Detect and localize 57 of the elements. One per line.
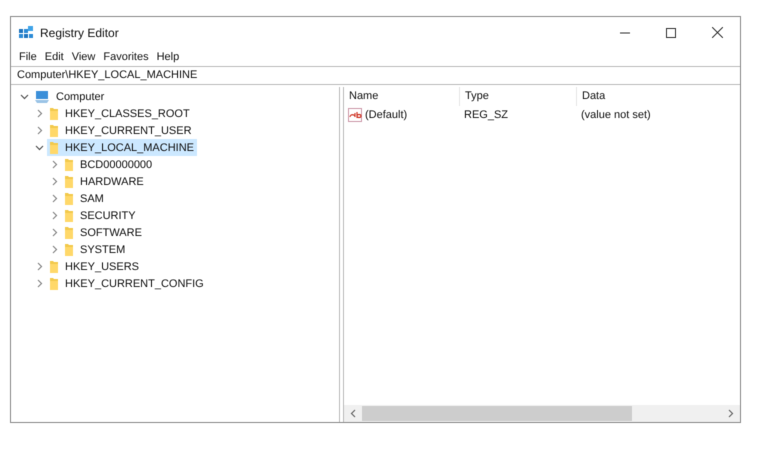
tree-item[interactable]: SECURITY [62,207,139,224]
chevron-right-icon[interactable] [52,177,58,186]
scroll-left-icon[interactable] [350,409,356,418]
chevron-right-icon[interactable] [52,211,58,220]
tree-item[interactable]: SYSTEM [62,241,128,258]
column-header[interactable]: Name [344,87,460,106]
tree-item[interactable]: HKEY_CLASSES_ROOT [47,105,193,122]
folder-icon [49,276,59,290]
close-icon [712,27,722,38]
folder-icon [64,226,74,240]
menu-item[interactable]: Help [152,50,184,62]
folder-icon [64,242,74,256]
chevron-right-icon[interactable] [52,160,58,169]
scroll-right-icon[interactable] [728,409,734,418]
folder-icon [64,158,74,172]
window-title: Registry Editor [40,26,119,40]
chevron-right-icon[interactable] [52,194,58,203]
column-header[interactable]: Type [460,87,577,106]
horizontal-scrollbar[interactable] [344,405,740,422]
chevron-down-icon[interactable] [35,144,44,150]
folder-icon [64,208,74,222]
folder-icon [49,260,59,274]
address-bar[interactable]: Computer\HKEY_LOCAL_MACHINE [11,66,740,85]
folder-icon [49,140,59,154]
folder-icon [64,192,74,206]
chevron-right-icon[interactable] [36,126,42,135]
menu-item[interactable]: Edit [40,50,68,62]
tree-item[interactable]: HKEY_LOCAL_MACHINE [47,139,197,156]
column-header[interactable]: Data [577,87,727,106]
tree-item[interactable]: HKEY_CURRENT_CONFIG [47,275,207,292]
string-value-icon [348,108,362,122]
tree-item[interactable]: HKEY_CURRENT_USER [47,122,195,139]
chevron-right-icon[interactable] [52,245,58,254]
menu-item[interactable]: Favorites [99,50,153,62]
chevron-right-icon[interactable] [52,228,58,237]
table-cell: (value not set) [581,109,651,121]
tree-item[interactable]: HKEY_USERS [47,258,142,275]
maximize-icon [666,28,676,38]
value-name[interactable]: (Default) [365,109,408,121]
menu-item[interactable]: View [68,50,100,62]
scrollbar-thumb[interactable] [362,406,632,421]
table-cell: REG_SZ [464,109,508,121]
computer-icon [34,90,50,104]
menu-item[interactable]: File [15,50,41,62]
tree-item[interactable]: HARDWARE [62,173,147,190]
chevron-right-icon[interactable] [36,279,42,288]
folder-icon [64,174,74,188]
folder-icon [49,124,59,138]
chevron-right-icon[interactable] [36,109,42,118]
app-icon [18,24,34,40]
tree-item[interactable]: BCD00000000 [62,156,156,173]
chevron-down-icon[interactable] [20,94,29,100]
tree-item[interactable]: SOFTWARE [62,224,145,241]
chevron-right-icon[interactable] [36,262,42,271]
tree-item[interactable]: Computer [32,88,108,105]
tree-item[interactable]: SAM [62,190,107,207]
folder-icon [49,106,59,120]
